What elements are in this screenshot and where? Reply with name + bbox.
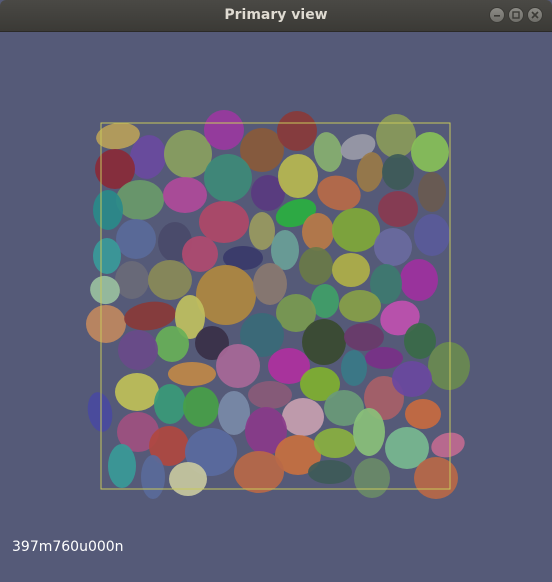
cell-group [86,110,470,499]
simulation-time: 397m760u000n [12,539,124,555]
cell [86,305,126,343]
cell [302,319,346,365]
cell [278,154,318,198]
cell [204,154,252,202]
application-window: Primary view 397m760u000n [0,0,552,582]
cell [365,347,403,369]
cell [93,238,121,274]
cell [374,228,412,266]
close-icon [531,11,539,19]
cell [168,362,216,386]
cell [299,247,333,285]
cell [183,387,219,427]
minimize-icon [494,15,500,17]
cell [163,177,207,213]
close-button[interactable] [527,7,543,23]
scene-viewport[interactable]: 397m760u000n [0,32,552,582]
cell [234,451,284,493]
cell [354,458,390,498]
cell [204,110,244,150]
cell [344,323,384,351]
cell [341,350,367,386]
cell [282,398,324,436]
cell [118,330,158,370]
cell [376,114,416,158]
maximize-icon [512,11,520,19]
cell-scene [86,110,470,499]
window-title: Primary view [224,7,328,23]
cell [332,253,370,287]
cell [216,344,260,388]
cell [249,212,275,250]
cell [411,132,449,172]
cell [277,111,317,151]
cell [302,213,334,251]
cell [248,381,292,409]
cell [405,399,441,429]
cell [196,265,256,325]
cell [332,208,380,252]
cell [155,326,189,362]
cell [164,130,212,178]
cell [428,342,470,390]
cell [314,428,356,458]
cell [308,460,352,484]
cell [378,191,418,227]
cell [253,263,287,305]
cell [414,214,450,256]
cell [154,384,186,424]
cell [141,455,165,499]
cell [392,361,432,397]
cell [418,172,446,212]
cell [169,462,207,496]
cell [431,432,465,458]
maximize-button[interactable] [508,7,524,23]
minimize-button[interactable] [489,7,505,23]
cell [353,408,385,456]
cell [400,259,438,301]
cell [108,444,136,488]
cell [339,290,381,322]
cell [148,260,192,300]
cell [116,180,164,220]
cell [116,219,156,259]
cell [182,236,218,272]
cell [115,373,159,411]
cell [199,201,249,243]
title-bar[interactable]: Primary view [0,0,552,32]
cell [115,261,149,299]
cell [87,392,113,432]
cell [382,154,414,190]
cell [414,457,458,499]
cell [93,190,123,230]
cell [271,230,299,270]
